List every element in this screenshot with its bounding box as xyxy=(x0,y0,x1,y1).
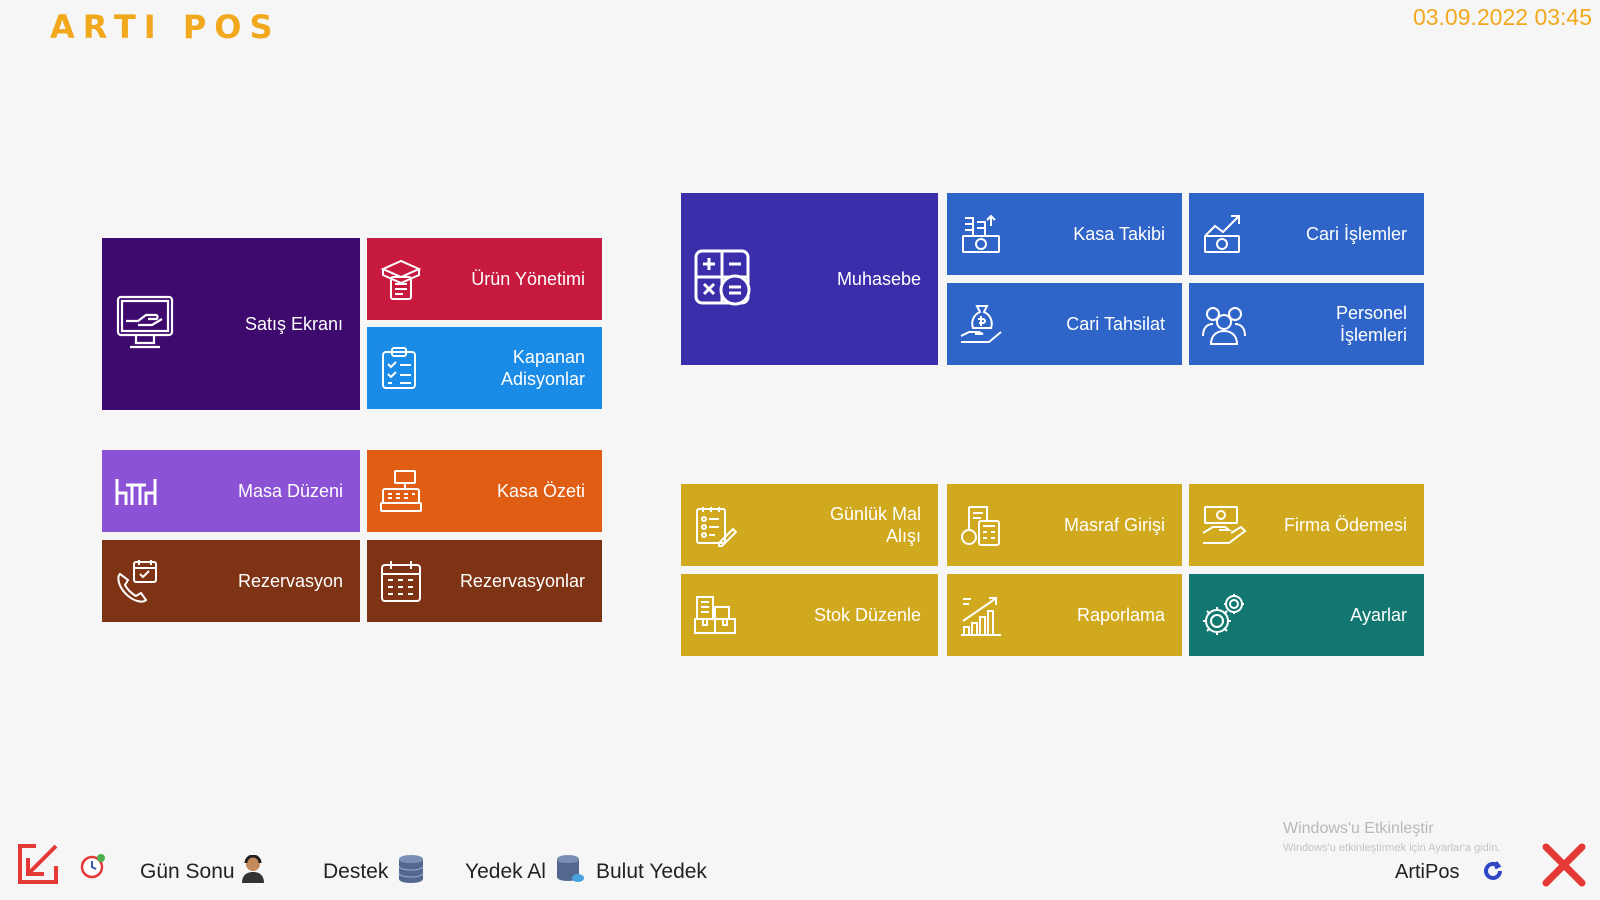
people-group-icon xyxy=(1201,302,1247,346)
gears-icon xyxy=(1201,593,1245,637)
phone-calendar-icon xyxy=(114,558,160,604)
clipboard-checklist-icon xyxy=(379,346,419,390)
hand-money-icon xyxy=(1201,503,1247,547)
tile-cari-islemler[interactable]: Cari İşlemler xyxy=(1189,193,1424,275)
tile-label: Ürün Yönetimi xyxy=(471,269,585,289)
cloud-database-icon[interactable] xyxy=(556,854,584,889)
clock-icon[interactable] xyxy=(80,853,106,884)
windows-activation-title: Windows'u Etkinleştir xyxy=(1283,820,1434,837)
tile-rezervasyon[interactable]: Rezervasyon xyxy=(102,540,360,622)
tile-label: Günlük Mal Alışı xyxy=(829,504,921,546)
app-logo: ARTI POS xyxy=(50,8,281,46)
calculator-icon xyxy=(693,248,755,310)
tile-label: Rezervasyonlar xyxy=(459,571,585,591)
checklist-pen-icon xyxy=(693,503,737,547)
datetime-display: 03.09.2022 03:45 xyxy=(1412,4,1592,30)
cash-register-icon xyxy=(379,469,423,513)
bulut-yedek-button[interactable]: Bulut Yedek xyxy=(596,860,707,884)
tile-muhasebe[interactable]: Muhasebe xyxy=(681,193,938,365)
tile-satis-ekrani[interactable]: Satış Ekranı xyxy=(102,238,360,410)
windows-activation-subtitle: Windows'u etkinleştirmek için Ayarlar'a … xyxy=(1283,842,1501,854)
tile-kapanan-adisyonlar[interactable]: Kapanan Adisyonlar xyxy=(367,327,602,409)
tile-label: Firma Ödemesi xyxy=(1283,515,1407,535)
tile-ayarlar[interactable]: Ayarlar xyxy=(1189,574,1424,656)
monitor-hand-icon xyxy=(114,293,176,355)
tile-label: Kasa Özeti xyxy=(496,481,585,501)
bottom-toolbar: Gün Sonu Destek Yedek Al Bulut Yedek Art… xyxy=(0,830,1600,900)
tile-label: Kasa Takibi xyxy=(1073,224,1165,244)
tile-masraf-girisi[interactable]: Masraf Girişi xyxy=(947,484,1182,566)
minimize-icon[interactable] xyxy=(16,842,60,891)
receipt-calculator-icon xyxy=(959,503,1003,547)
tile-label: Ayarlar xyxy=(1350,605,1407,625)
money-stack-icon xyxy=(959,212,1003,256)
tile-raporlama[interactable]: Raporlama xyxy=(947,574,1182,656)
support-person-icon[interactable] xyxy=(240,854,266,888)
tile-label: Rezervasyon xyxy=(237,571,343,591)
tile-label: Satış Ekranı xyxy=(244,314,343,334)
tile-label: Muhasebe xyxy=(836,269,921,289)
tile-urun-yonetimi[interactable]: Ürün Yönetimi xyxy=(367,238,602,320)
calendar-grid-icon xyxy=(379,559,423,603)
table-chairs-icon xyxy=(114,473,158,509)
tile-label: Raporlama xyxy=(1076,605,1165,625)
yedek-al-button[interactable]: Yedek Al xyxy=(465,860,546,884)
tile-kasa-ozeti[interactable]: Kasa Özeti xyxy=(367,450,602,532)
tile-personel-islemleri[interactable]: Personel İşlemleri xyxy=(1189,283,1424,365)
tile-stok-duzenle[interactable]: Stok Düzenle xyxy=(681,574,938,656)
money-chart-icon xyxy=(1201,212,1245,256)
tile-label: Masraf Girişi xyxy=(1063,515,1165,535)
app-name-label: ArtiPos xyxy=(1395,861,1460,883)
tile-kasa-takibi[interactable]: Kasa Takibi xyxy=(947,193,1182,275)
gun-sonu-button[interactable]: Gün Sonu xyxy=(140,860,235,884)
tile-rezervasyonlar[interactable]: Rezervasyonlar xyxy=(367,540,602,622)
tile-label: Cari Tahsilat xyxy=(1066,314,1165,334)
tile-firma-odemesi[interactable]: Firma Ödemesi xyxy=(1189,484,1424,566)
tile-cari-tahsilat[interactable]: Cari Tahsilat xyxy=(947,283,1182,365)
refresh-icon[interactable] xyxy=(1482,860,1504,887)
destek-button[interactable]: Destek xyxy=(323,860,388,884)
tile-label: Cari İşlemler xyxy=(1305,224,1407,244)
tile-label: Masa Düzeni xyxy=(237,481,343,501)
money-bag-hand-icon xyxy=(959,302,1003,346)
bar-growth-icon xyxy=(959,593,1003,637)
tile-masa-duzeni[interactable]: Masa Düzeni xyxy=(102,450,360,532)
tile-label: Stok Düzenle xyxy=(813,605,921,625)
product-box-icon xyxy=(379,257,423,301)
database-icon[interactable] xyxy=(398,854,424,889)
boxes-icon xyxy=(693,593,737,637)
tile-gunluk-mal-alisi[interactable]: Günlük Mal Alışı xyxy=(681,484,938,566)
close-icon[interactable] xyxy=(1542,843,1586,892)
tile-label: Kapanan Adisyonlar xyxy=(500,347,585,389)
tile-label: Personel İşlemleri xyxy=(1335,303,1407,345)
